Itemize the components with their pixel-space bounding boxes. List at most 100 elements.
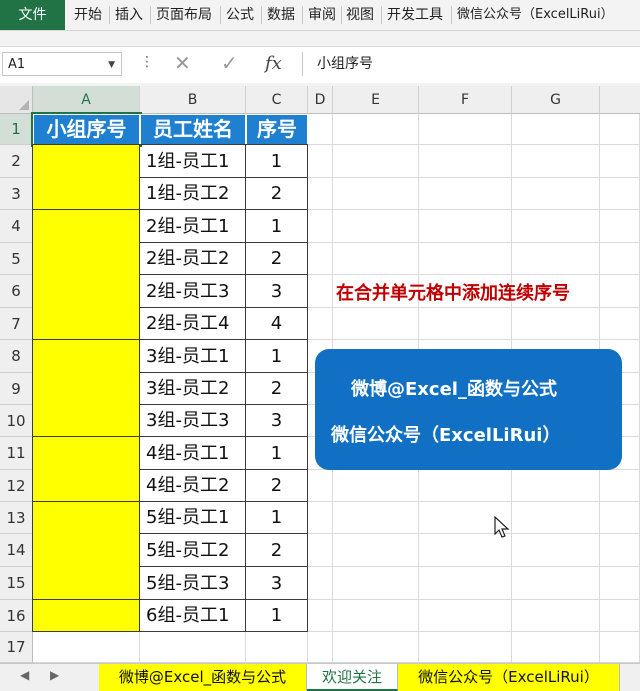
select-all-corner[interactable] (0, 86, 33, 114)
row-header-16[interactable]: 16 (0, 600, 33, 632)
merged-group-cell[interactable] (32, 339, 140, 437)
scroll-left-icon[interactable]: ◀ (20, 668, 29, 682)
sequence-cell[interactable]: 2 (245, 242, 308, 275)
employee-name-cell[interactable]: 2组-员工1 (139, 209, 246, 243)
grid-cell[interactable] (308, 114, 333, 145)
grid-cell[interactable] (600, 632, 640, 663)
employee-name-cell[interactable]: 2组-员工2 (139, 242, 246, 275)
sequence-cell[interactable]: 1 (245, 436, 308, 470)
grid-cell[interactable] (333, 308, 419, 340)
employee-name-cell[interactable]: 4组-员工1 (139, 436, 246, 470)
grid-cell[interactable] (333, 178, 419, 210)
name-box[interactable]: A1 ▼ (2, 52, 122, 76)
grid-cell[interactable] (419, 632, 512, 663)
grid-cell[interactable] (600, 178, 640, 210)
grid-cell[interactable] (419, 145, 512, 178)
grid-cell[interactable] (308, 275, 333, 308)
merged-group-cell[interactable] (32, 436, 140, 502)
tab-developer[interactable]: 开发工具 (387, 0, 443, 30)
row-header-10[interactable]: 10 (0, 405, 33, 437)
sheet-tab-wechat[interactable]: 微信公众号（ExcelLiRui） (398, 664, 620, 691)
row-header-14[interactable]: 14 (0, 534, 33, 567)
employee-name-cell[interactable]: 2组-员工4 (139, 307, 246, 340)
grid-cell[interactable] (600, 308, 640, 340)
grid-cell[interactable] (600, 243, 640, 275)
header-group-number[interactable]: 小组序号 (31, 112, 142, 147)
grid-cell[interactable] (308, 178, 333, 210)
sequence-cell[interactable]: 4 (245, 307, 308, 340)
grid-cell[interactable] (512, 308, 600, 340)
row-header-5[interactable]: 5 (0, 243, 33, 275)
grid-cell[interactable] (512, 114, 600, 145)
grid-cell[interactable] (512, 632, 600, 663)
sequence-cell[interactable]: 3 (245, 404, 308, 437)
grid-cell[interactable] (419, 470, 512, 502)
row-header-7[interactable]: 7 (0, 308, 33, 340)
column-header-a[interactable]: A (33, 86, 140, 114)
grid-cell[interactable] (512, 567, 600, 600)
grid-cell[interactable] (419, 567, 512, 600)
grid-cell[interactable] (600, 210, 640, 243)
grid-cell[interactable] (512, 534, 600, 567)
merged-group-cell[interactable] (32, 144, 140, 210)
row-header-2[interactable]: 2 (0, 145, 33, 178)
row-header-17[interactable]: 17 (0, 632, 33, 663)
row-header-9[interactable]: 9 (0, 373, 33, 405)
employee-name-cell[interactable]: 3组-员工1 (139, 339, 246, 373)
column-header-e[interactable]: E (333, 86, 419, 114)
grid-cell[interactable] (333, 114, 419, 145)
row-header-6[interactable]: 6 (0, 275, 33, 308)
grid-cell[interactable] (333, 600, 419, 632)
grid-cell[interactable] (308, 243, 333, 275)
grid-cell[interactable] (600, 502, 640, 534)
grid-cell[interactable] (308, 470, 333, 502)
grid-cell[interactable] (333, 502, 419, 534)
grid-cell[interactable] (419, 114, 512, 145)
sequence-cell[interactable]: 3 (245, 274, 308, 308)
grid-cell[interactable] (512, 470, 600, 502)
grid-cell[interactable] (419, 308, 512, 340)
grid-cell[interactable] (308, 210, 333, 243)
column-header-c[interactable]: C (246, 86, 308, 114)
column-header-g[interactable]: G (512, 86, 600, 114)
row-header-4[interactable]: 4 (0, 210, 33, 243)
tab-formulas[interactable]: 公式 (226, 0, 254, 30)
merged-group-cell[interactable] (32, 599, 140, 632)
grid-cell[interactable] (333, 632, 419, 663)
grid-cell[interactable] (419, 178, 512, 210)
employee-name-cell[interactable]: 5组-员工2 (139, 533, 246, 567)
merged-group-cell[interactable] (32, 209, 140, 340)
grid-cell[interactable] (308, 145, 333, 178)
employee-name-cell[interactable]: 2组-员工3 (139, 274, 246, 308)
grid-cell[interactable] (140, 632, 246, 663)
row-header-3[interactable]: 3 (0, 178, 33, 210)
fx-icon[interactable]: fx (265, 53, 282, 74)
employee-name-cell[interactable]: 5组-员工1 (139, 501, 246, 534)
row-header-13[interactable]: 13 (0, 502, 33, 534)
grid-cell[interactable] (308, 567, 333, 600)
employee-name-cell[interactable]: 4组-员工2 (139, 469, 246, 502)
grid-cell[interactable] (308, 308, 333, 340)
grid-cell[interactable] (419, 600, 512, 632)
grid-cell[interactable] (600, 534, 640, 567)
employee-name-cell[interactable]: 5组-员工3 (139, 566, 246, 600)
grid-cell[interactable] (512, 600, 600, 632)
sequence-cell[interactable]: 2 (245, 372, 308, 405)
grid-cell[interactable] (246, 632, 308, 663)
row-header-15[interactable]: 15 (0, 567, 33, 600)
sequence-cell[interactable]: 1 (245, 501, 308, 534)
tab-home[interactable]: 开始 (74, 0, 102, 30)
row-header-1[interactable]: 1 (0, 114, 33, 145)
employee-name-cell[interactable]: 1组-员工1 (139, 144, 246, 178)
column-header-f[interactable]: F (419, 86, 512, 114)
grid-cell[interactable] (308, 600, 333, 632)
grid-cell[interactable] (308, 534, 333, 567)
sequence-cell[interactable]: 1 (245, 144, 308, 178)
tab-insert[interactable]: 插入 (115, 0, 143, 30)
row-header-11[interactable]: 11 (0, 437, 33, 470)
grid-cell[interactable] (33, 632, 140, 663)
column-header-d[interactable]: D (308, 86, 333, 114)
tab-view[interactable]: 视图 (346, 0, 374, 30)
grid-cell[interactable] (512, 178, 600, 210)
grid-cell[interactable] (512, 145, 600, 178)
